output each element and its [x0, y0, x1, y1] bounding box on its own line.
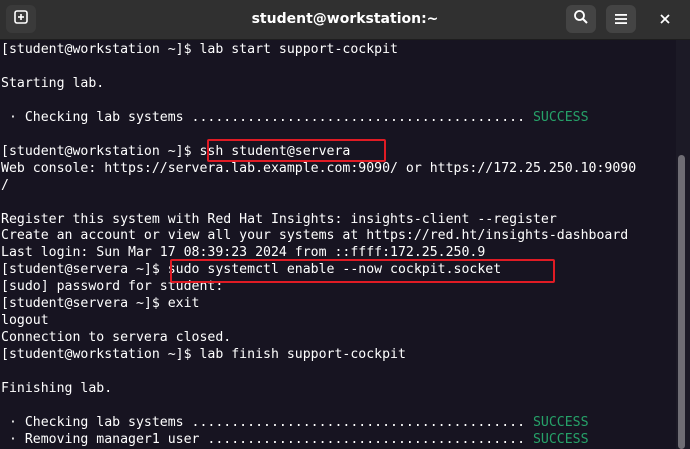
terminal-line: [student@servera ~]$ exit [1, 295, 200, 312]
terminal-line: Last login: Sun Mar 17 08:39:23 2024 fro… [1, 244, 485, 261]
terminal-line: Starting lab. [1, 75, 104, 92]
terminal-line-text: · Removing manager1 user ...............… [1, 431, 533, 447]
terminal-line: [sudo] password for student: [1, 278, 223, 295]
terminal-line-text: [student@workstation ~]$ lab finish supp… [1, 347, 406, 363]
terminal-line-text: / [1, 177, 9, 193]
terminal-line: / [1, 177, 9, 194]
new-tab-button[interactable] [6, 5, 36, 33]
terminal-line: Finishing lab. [1, 380, 112, 397]
status-success: SUCCESS [532, 109, 589, 125]
terminal-line-text: [student@workstation ~]$ lab start suppo… [1, 42, 398, 57]
title-bar: student@workstation:~ [0, 0, 690, 40]
terminal-output[interactable]: [student@workstation ~]$ lab start suppo… [0, 40, 676, 449]
status-success: SUCCESS [532, 414, 589, 430]
terminal-line-text: [student@workstation ~]$ ssh student@ser… [1, 143, 351, 159]
menu-button[interactable] [606, 5, 636, 33]
terminal-window: student@workstation:~ [student@workstati… [0, 0, 690, 449]
terminal-line-text: Connection to servera closed. [1, 330, 232, 346]
terminal-line: [student@workstation ~]$ lab finish supp… [1, 346, 406, 363]
terminal-line: [student@workstation ~]$ ssh student@ser… [1, 143, 350, 160]
terminal-line: Connection to servera closed. [1, 329, 231, 346]
terminal-line-text: Finishing lab. [1, 381, 113, 396]
terminal-line-text: Starting lab. [1, 75, 105, 91]
terminal-line-text: Register this system with Red Hat Insigh… [1, 211, 557, 227]
terminal-line-text: [student@servera ~]$ exit [1, 296, 200, 312]
close-button[interactable] [650, 5, 680, 33]
scrollbar-thumb[interactable] [678, 155, 685, 449]
terminal-line-text: · Checking lab systems .................… [1, 414, 533, 430]
terminal-line: logout [1, 312, 49, 329]
terminal-line-text: logout [1, 313, 49, 329]
terminal-line: [student@servera ~]$ sudo systemctl enab… [1, 261, 501, 278]
terminal-line: [student@workstation ~]$ lab start suppo… [1, 41, 398, 58]
terminal-line-text: [student@servera ~]$ sudo systemctl enab… [1, 262, 502, 278]
search-button[interactable] [566, 5, 596, 33]
search-icon [573, 9, 589, 29]
terminal-line-text: · Checking lab systems .................… [1, 109, 533, 125]
new-tab-icon [13, 9, 29, 29]
terminal-line-text: Web console: https://servera.lab.example… [1, 160, 637, 176]
terminal-line-text: Create an account or view all your syste… [1, 228, 629, 244]
terminal-line: · Removing manager1 user ...............… [1, 431, 589, 448]
terminal-line: Create an account or view all your syste… [1, 227, 628, 244]
terminal-line: · Checking lab systems .................… [1, 414, 589, 431]
status-success: SUCCESS [532, 431, 589, 447]
terminal-line-text: Last login: Sun Mar 17 08:39:23 2024 fro… [1, 245, 486, 261]
hamburger-menu-icon [614, 10, 628, 29]
close-icon [659, 10, 671, 29]
terminal-line-text: [sudo] password for student: [1, 279, 224, 295]
terminal-line: · Checking lab systems .................… [1, 109, 589, 126]
terminal-line: Register this system with Red Hat Insigh… [1, 211, 557, 228]
terminal-line: Web console: https://servera.lab.example… [1, 160, 636, 177]
